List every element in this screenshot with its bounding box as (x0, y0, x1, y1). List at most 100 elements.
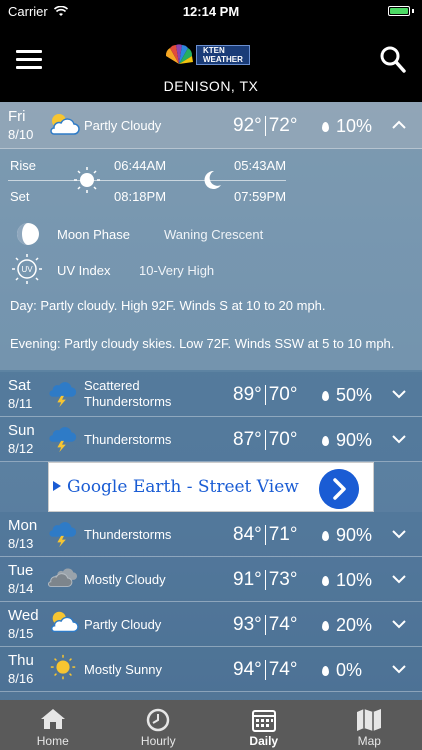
rise-label: Rise (10, 158, 37, 173)
day-row-thu[interactable]: Thu 8/16 Mostly Sunny 94° 74° 0% (0, 647, 422, 692)
location-title: DENISON, TX (163, 78, 259, 94)
battery-icon (388, 6, 414, 16)
day-name: Tue (8, 562, 34, 579)
condition-text: Mostly Cloudy (84, 572, 166, 587)
tab-daily-label: Daily (249, 734, 279, 748)
thunderstorm-icon (49, 522, 77, 548)
svg-text:UV: UV (21, 265, 33, 274)
precip-chance: 10% (322, 116, 372, 137)
temperatures: 91° 73° (233, 569, 298, 590)
menu-button[interactable] (16, 50, 42, 70)
chevron-down-icon[interactable] (392, 387, 406, 401)
precip-chance: 20% (322, 615, 372, 636)
day-forecast-text: Day: Partly cloudy. High 92F. Winds S at… (10, 298, 326, 313)
day-row-mon[interactable]: Mon 8/13 Thunderstorms 84° 71° 90% (0, 512, 422, 557)
chevron-down-icon[interactable] (392, 662, 406, 676)
chevron-down-icon[interactable] (392, 617, 406, 631)
ad-banner[interactable]: Google Earth - Street View (48, 462, 374, 512)
condition-text: Partly Cloudy (84, 617, 162, 632)
raindrop-icon (322, 122, 329, 133)
tab-hourly[interactable]: Hourly (106, 700, 212, 750)
day-row-sat[interactable]: Sat 8/11 Scattered Thunderstorms 89° 70° 50% (0, 372, 422, 417)
peacock-logo-icon (165, 44, 193, 64)
expanded-day-panel: Fri 8/10 Partly Cloudy 92° 72° 10% Rise S… (0, 102, 422, 370)
condition-text: Mostly Sunny (84, 662, 163, 677)
temperatures: 94° 74° (233, 659, 298, 680)
day-date: 8/12 (8, 441, 34, 456)
day-row-wed[interactable]: Wed 8/15 Partly Cloudy 93° 74° 20% (0, 602, 422, 647)
moonrise-time: 05:43AM (234, 158, 287, 173)
carrier-label: Carrier (8, 3, 48, 19)
app-header: KTEN WEATHER DENISON, TX (0, 22, 422, 102)
temperatures: 93° 74° (233, 614, 298, 635)
day-date: 8/16 (8, 671, 34, 686)
day-name: Wed (8, 607, 39, 624)
status-bar: Carrier 12:14 PM (0, 0, 422, 22)
day-name: Fri (8, 108, 26, 125)
sunny-icon (50, 654, 76, 680)
clock-icon (147, 708, 170, 732)
thunderstorm-icon (49, 382, 77, 408)
tab-map[interactable]: Map (317, 700, 422, 750)
uv-index-value: 10-Very High (139, 263, 215, 278)
precip-chance: 50% (322, 385, 372, 406)
day-row-sun[interactable]: Sun 8/12 Thunderstorms 87° 70° 90% (0, 417, 422, 462)
day-name: Mon (8, 517, 38, 534)
ad-arrow-button[interactable] (319, 469, 359, 509)
uv-index-row: UV UV Index 10-Very High (0, 252, 422, 286)
day-date: 8/15 (8, 626, 34, 641)
tab-map-label: Map (357, 734, 381, 748)
map-icon (357, 709, 382, 731)
chevron-down-icon[interactable] (392, 572, 406, 586)
temperatures: 84° 71° (233, 524, 298, 545)
day-row-expanded[interactable]: Fri 8/10 Partly Cloudy 92° 72° 10% (0, 102, 422, 149)
chevron-up-icon[interactable] (392, 118, 406, 132)
precip-chance: 90% (322, 430, 372, 451)
logo-wordmark: KTEN WEATHER (196, 45, 250, 65)
tab-bar: Home Hourly Daily Map (0, 700, 422, 750)
sunset-time: 08:18PM (114, 189, 167, 204)
tab-daily[interactable]: Daily (211, 700, 317, 750)
raindrop-icon (322, 666, 329, 677)
temperatures: 87° 70° (233, 429, 298, 450)
day-row-tue[interactable]: Tue 8/14 Mostly Cloudy 91° 73° 10% (0, 557, 422, 602)
moonset-time: 07:59PM (234, 189, 287, 204)
moon-phase-row: Moon Phase Waning Crescent (0, 218, 422, 252)
sun-moon-times: Rise Set 06:44AM 08:18PM 05:43AM 07:59PM (0, 148, 422, 216)
raindrop-icon (322, 621, 329, 632)
day-date: 8/14 (8, 581, 34, 596)
temperatures: 89° 70° (233, 384, 298, 405)
raindrop-icon (322, 391, 329, 402)
condition-text: Partly Cloudy (84, 118, 162, 133)
day-date: 8/10 (8, 127, 34, 142)
raindrop-icon (322, 436, 329, 447)
chevron-down-icon[interactable] (392, 432, 406, 446)
divider (8, 180, 286, 181)
tab-home[interactable]: Home (0, 700, 106, 750)
sunrise-time: 06:44AM (114, 158, 167, 173)
search-icon[interactable] (380, 46, 406, 74)
moon-phase-label: Moon Phase (57, 227, 130, 242)
partly-cloudy-icon (51, 611, 79, 633)
chevron-down-icon[interactable] (392, 527, 406, 541)
calendar-icon (251, 710, 276, 732)
moon-phase-value: Waning Crescent (164, 227, 264, 242)
condition-text: Thunderstorms (84, 527, 172, 542)
sun-icon (74, 167, 100, 193)
cloudy-icon (48, 568, 78, 587)
tab-home-label: Home (36, 734, 69, 748)
raindrop-icon (322, 576, 329, 587)
moon-phase-icon (17, 223, 39, 245)
day-name: Sat (8, 377, 31, 394)
day-date: 8/11 (8, 396, 33, 411)
raindrop-icon (322, 531, 329, 542)
thunderstorm-icon (49, 427, 77, 453)
set-label: Set (10, 189, 30, 204)
temperatures: 92° 72° (233, 115, 298, 136)
day-date: 8/13 (8, 536, 34, 551)
moon-icon (204, 170, 221, 189)
home-icon (40, 709, 65, 729)
day-name: Thu (8, 652, 34, 669)
wifi-icon (53, 5, 68, 16)
precip-chance: 0% (322, 660, 362, 681)
